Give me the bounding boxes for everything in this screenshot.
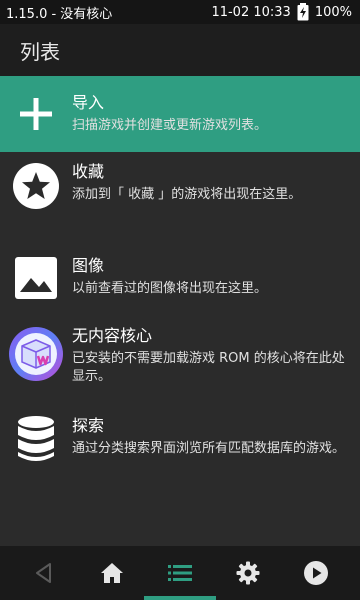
list-item-subtitle: 添加到「 收藏 」的游戏将出现在这里。 [72,187,302,202]
list-icon [168,565,192,581]
list-item-text: 导入 扫描游戏并创建或更新游戏列表。 [72,93,360,135]
list-item-subtitle: 已安装的不需要加载游戏 ROM 的核心将在此处显示。 [72,351,345,384]
app-bar: 列表 [0,24,360,76]
list-item-title: 收藏 [72,162,105,181]
nav-settings-button[interactable] [228,553,268,593]
plus-icon [20,98,52,130]
list-item-subtitle: 通过分类搜索界面浏览所有匹配数据库的游戏。 [72,441,346,456]
status-datetime: 11-02 10:33 [211,4,291,20]
status-battery: 100% [314,4,352,20]
page-title: 列表 [20,39,60,64]
list-item-explore[interactable]: 探索 通过分类搜索界面浏览所有匹配数据库的游戏。 [0,406,360,496]
home-icon [101,563,123,583]
list-item-import[interactable]: 导入 扫描游戏并创建或更新游戏列表。 [0,76,360,152]
list-item-favorites[interactable]: 收藏 添加到「 收藏 」的游戏将出现在这里。 [0,152,360,246]
status-left-text: 1.15.0 - 没有核心 [6,6,113,22]
nav-back-button[interactable] [24,553,64,593]
cube-icon [9,327,63,381]
nav-playlists-button[interactable] [160,553,200,593]
list-item-text: 无内容核心 已安装的不需要加载游戏 ROM 的核心将在此处显示。 [72,326,360,386]
list-item-text: 探索 通过分类搜索界面浏览所有匹配数据库的游戏。 [72,416,360,458]
list-item-text: 图像 以前查看过的图像将出现在这里。 [72,256,360,298]
list-item-title: 探索 [72,416,105,435]
bottom-navigation [0,546,360,600]
icon-container [0,162,72,210]
icon-container [0,96,72,132]
battery-charging-icon [297,3,309,21]
active-tab-indicator [144,596,216,600]
back-triangle-icon [36,563,51,583]
list-item-subtitle: 扫描游戏并创建或更新游戏列表。 [72,118,268,133]
gear-icon [236,561,260,585]
list-item-contentless-cores[interactable]: 无内容核心 已安装的不需要加载游戏 ROM 的核心将在此处显示。 [0,316,360,406]
list-item-subtitle: 以前查看过的图像将出现在这里。 [72,281,268,296]
list-item-title: 图像 [72,256,105,275]
icon-container [0,326,72,382]
play-circle-icon [304,561,328,585]
status-right: 11-02 10:33 100% [211,3,352,21]
nav-run-button[interactable] [296,553,336,593]
list-item-title: 导入 [72,93,105,112]
icon-container [0,256,72,300]
star-icon [13,163,59,209]
image-icon [15,257,57,299]
list-item-text: 收藏 添加到「 收藏 」的游戏将出现在这里。 [72,162,360,204]
nav-home-button[interactable] [92,553,132,593]
list-item-title: 无内容核心 [72,326,153,345]
icon-container [0,416,72,462]
status-bar: 1.15.0 - 没有核心 11-02 10:33 100% [0,0,360,24]
playlist-list: 导入 扫描游戏并创建或更新游戏列表。 收藏 添加到「 收藏 」的游戏将出现在这里… [0,76,360,496]
database-icon [18,416,54,461]
list-item-images[interactable]: 图像 以前查看过的图像将出现在这里。 [0,246,360,316]
